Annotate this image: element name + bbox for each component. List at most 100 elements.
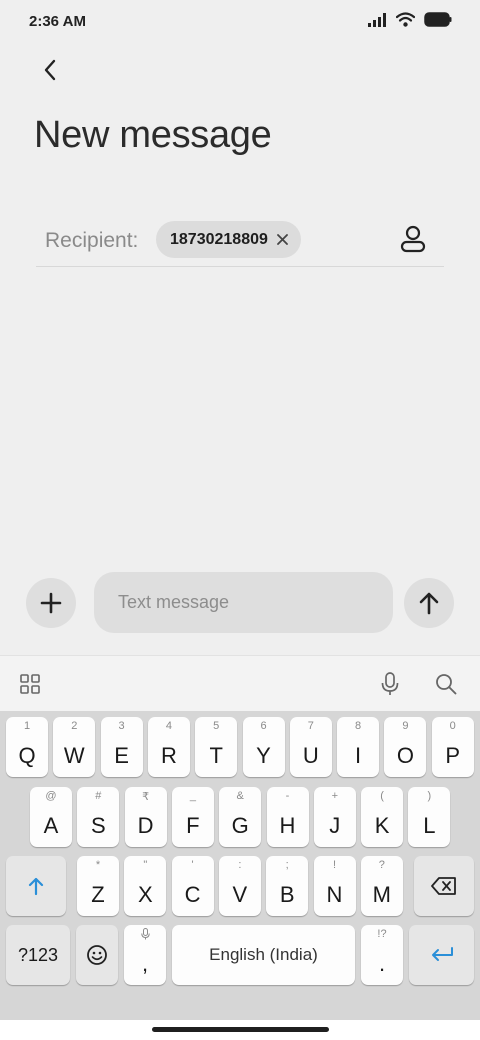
home-indicator[interactable] xyxy=(152,1027,329,1032)
recipient-chip[interactable]: 18730218809 xyxy=(156,221,301,258)
key-d[interactable]: ₹ D xyxy=(124,787,167,847)
key-x[interactable]: " X xyxy=(124,856,167,916)
key-m[interactable]: ? M xyxy=(360,856,403,916)
search-icon xyxy=(436,674,457,695)
contact-icon xyxy=(400,225,426,253)
key-h[interactable]: -H xyxy=(266,787,309,847)
key-v[interactable]: :V xyxy=(218,856,261,916)
key-hint: # xyxy=(95,790,102,802)
key-hint: : xyxy=(238,859,242,871)
symbols-key[interactable]: ?123 xyxy=(6,925,70,985)
key-hint: ' xyxy=(191,859,194,871)
key-hint: 6 xyxy=(260,720,267,732)
key-r[interactable]: 4R xyxy=(147,717,190,777)
key-label: U xyxy=(302,743,319,768)
status-bar: 2:36 AM xyxy=(0,0,480,44)
keyboard-search-button[interactable] xyxy=(432,670,460,698)
recipient-row: Recipient: 18730218809 xyxy=(36,218,444,267)
key-label: O xyxy=(396,743,414,768)
key-o[interactable]: 9O xyxy=(384,717,427,777)
key-k[interactable]: (K xyxy=(361,787,404,847)
key-label: W xyxy=(63,743,85,768)
key-label: T xyxy=(209,743,223,768)
shift-key[interactable] xyxy=(6,856,66,916)
key-f[interactable]: _ F xyxy=(171,787,214,847)
key-hint: 0 xyxy=(449,720,456,732)
key-label: Q xyxy=(18,743,36,768)
key-hint: " xyxy=(143,859,148,871)
battery-icon xyxy=(424,12,452,27)
key-hint: ) xyxy=(427,790,432,802)
key-label: H xyxy=(279,813,296,838)
key-label: D xyxy=(137,813,154,838)
key-b[interactable]: ; B xyxy=(266,856,309,916)
key-hint: 2 xyxy=(71,720,78,732)
send-button[interactable] xyxy=(404,578,454,628)
key-hint: ; xyxy=(285,859,289,871)
key-p[interactable]: 0P xyxy=(431,717,474,777)
arrow-up-icon xyxy=(419,592,439,615)
key-hint: 3 xyxy=(118,720,125,732)
status-time: 2:36 AM xyxy=(29,13,86,30)
keyboard-menu-button[interactable] xyxy=(16,670,44,698)
key-t[interactable]: 5T xyxy=(195,717,238,777)
attach-button[interactable] xyxy=(26,578,76,628)
back-button[interactable] xyxy=(36,56,64,84)
key-label: Z xyxy=(91,882,105,907)
key-hint: 5 xyxy=(213,720,220,732)
key-hint: _ xyxy=(189,790,196,802)
key-q[interactable]: 1Q xyxy=(6,717,48,777)
key-l[interactable]: ) L xyxy=(408,787,451,847)
key-hint: ₹ xyxy=(142,791,150,803)
close-icon xyxy=(277,234,289,245)
key-label: K xyxy=(374,813,390,838)
composer xyxy=(0,570,480,634)
key-label: B xyxy=(279,882,295,907)
key-label: G xyxy=(231,813,249,838)
voice-input-button[interactable] xyxy=(376,670,404,698)
key-y[interactable]: 6Y xyxy=(242,717,285,777)
space-key[interactable]: English (India) xyxy=(172,925,355,985)
period-key-label: . xyxy=(378,951,386,976)
key-label: E xyxy=(114,743,129,768)
comma-key-label: , xyxy=(141,951,149,976)
backspace-key[interactable] xyxy=(414,856,474,916)
key-w[interactable]: 2W xyxy=(53,717,96,777)
key-label: L xyxy=(423,813,436,838)
key-s[interactable]: # S xyxy=(77,787,120,847)
grid-icon xyxy=(20,674,40,694)
key-label: M xyxy=(372,882,391,907)
backspace-icon xyxy=(431,877,456,895)
key-j[interactable]: + J xyxy=(313,787,356,847)
comma-key[interactable]: , xyxy=(124,925,166,985)
enter-key[interactable] xyxy=(409,925,474,985)
key-a[interactable]: @ A xyxy=(30,787,72,847)
key-z[interactable]: * Z xyxy=(77,856,119,916)
key-g[interactable]: & G xyxy=(219,787,262,847)
recipient-label: Recipient: xyxy=(45,229,139,252)
key-label: I xyxy=(355,743,362,768)
emoji-key[interactable] xyxy=(76,925,118,985)
key-u[interactable]: 7U xyxy=(289,717,332,777)
period-key[interactable]: !? . xyxy=(361,925,403,985)
key-n[interactable]: ! N xyxy=(313,856,356,916)
message-input[interactable] xyxy=(94,572,393,633)
key-hint: 1 xyxy=(23,720,31,732)
key-i[interactable]: 8I xyxy=(337,717,380,777)
key-e[interactable]: 3E xyxy=(100,717,143,777)
key-c[interactable]: ' C xyxy=(171,856,214,916)
key-label: R xyxy=(160,743,177,768)
period-key-hint: !? xyxy=(377,928,387,940)
add-contact-button[interactable] xyxy=(398,224,428,254)
page-title: New message xyxy=(34,114,272,156)
enter-icon xyxy=(431,947,453,961)
key-label: P xyxy=(445,743,461,768)
remove-recipient-button[interactable] xyxy=(277,234,289,246)
key-label: J xyxy=(329,813,341,838)
emoji-icon xyxy=(87,945,107,965)
key-label: C xyxy=(184,882,201,907)
small-mic-icon xyxy=(140,928,150,940)
key-hint: * xyxy=(95,859,101,871)
key-hint: ? xyxy=(378,859,385,871)
key-hint: ( xyxy=(380,790,384,802)
